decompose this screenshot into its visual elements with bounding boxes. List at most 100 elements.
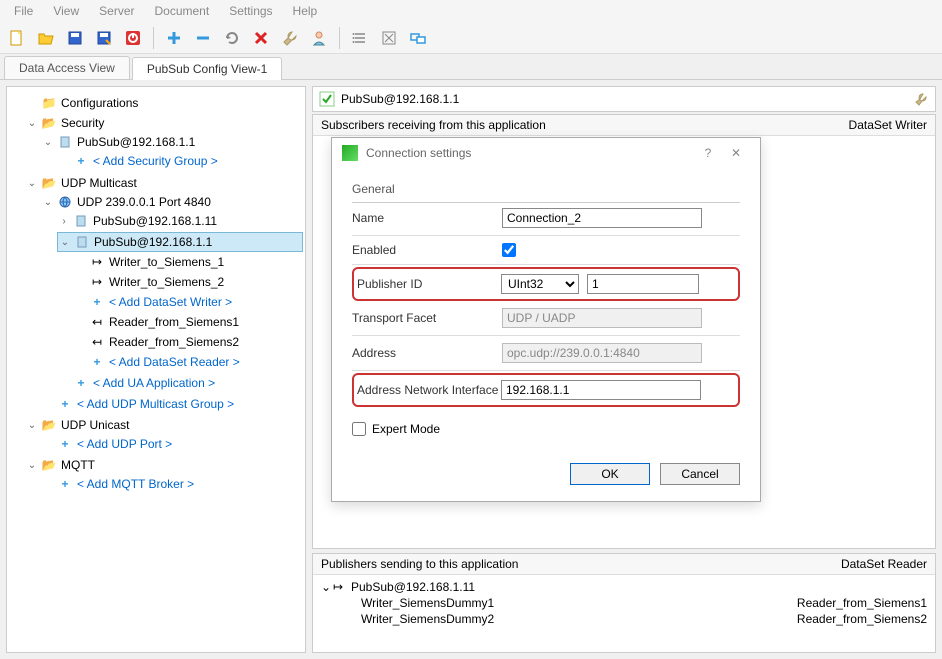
open-folder-icon[interactable] (33, 25, 59, 51)
wrench-icon[interactable] (277, 25, 303, 51)
menu-server[interactable]: Server (89, 4, 144, 18)
subscribers-heading: Subscribers receiving from this applicat… (321, 118, 546, 132)
chevron-down-icon[interactable]: ⌄ (27, 178, 37, 188)
label-address: Address (352, 346, 502, 360)
tree-udp-unicast[interactable]: UDP Unicast (61, 418, 129, 432)
help-icon[interactable]: ? (694, 146, 722, 160)
dialog-title: Connection settings (366, 146, 471, 160)
field-address: opc.udp://239.0.0.1:4840 (502, 343, 702, 363)
context-title: PubSub@192.168.1.1 (341, 92, 459, 106)
chevron-down-icon[interactable]: ⌄ (60, 237, 70, 247)
input-name[interactable] (502, 208, 702, 228)
close-icon[interactable]: ✕ (722, 146, 750, 160)
tab-pubsub-config[interactable]: PubSub Config View-1 (132, 57, 283, 80)
toolbar-separator (153, 27, 154, 49)
tree-writer2[interactable]: Writer_to_Siemens_2 (109, 275, 224, 289)
delete-icon[interactable] (248, 25, 274, 51)
folder-icon: 📂 (41, 175, 57, 191)
tree-udp-group[interactable]: UDP 239.0.0.1 Port 4840 (77, 195, 211, 209)
tree-configurations[interactable]: Configurations (61, 96, 138, 110)
tree-reader2[interactable]: Reader_from_Siemens2 (109, 335, 239, 349)
label-publisher-id: Publisher ID (357, 277, 501, 291)
toolbar-separator (339, 27, 340, 49)
label-name: Name (352, 211, 502, 225)
add-icon[interactable] (161, 25, 187, 51)
publisher-root[interactable]: PubSub@192.168.1.11 (351, 580, 475, 594)
power-icon[interactable] (120, 25, 146, 51)
chevron-right-icon[interactable]: › (59, 216, 69, 226)
chevron-down-icon[interactable]: ⌄ (321, 580, 333, 594)
add-dataset-reader[interactable]: < Add DataSet Reader > (109, 355, 240, 369)
input-address-iface[interactable] (501, 380, 701, 400)
tree-security-pubsub[interactable]: PubSub@192.168.1.1 (77, 135, 195, 149)
user-icon[interactable] (306, 25, 332, 51)
field-transport-facet: UDP / UADP (502, 308, 702, 328)
menu-help[interactable]: Help (283, 4, 328, 18)
ok-button[interactable]: OK (570, 463, 650, 485)
tree-writer1[interactable]: Writer_to_Siemens_1 (109, 255, 224, 269)
menu-settings[interactable]: Settings (219, 4, 282, 18)
refresh-icon[interactable] (219, 25, 245, 51)
chevron-down-icon[interactable]: ⌄ (43, 197, 53, 207)
wrench-icon[interactable] (913, 91, 929, 107)
add-dataset-writer[interactable]: < Add DataSet Writer > (109, 295, 232, 309)
toolbar (0, 22, 942, 54)
tree-security[interactable]: Security (61, 116, 104, 130)
publishers-heading: Publishers sending to this application (321, 557, 518, 571)
plus-icon: + (89, 294, 105, 310)
subscribers-panel: Subscribers receiving from this applicat… (312, 114, 936, 549)
plus-icon: + (57, 396, 73, 412)
label-enabled: Enabled (352, 243, 502, 257)
tree-mqtt[interactable]: MQTT (61, 458, 95, 472)
add-security-group[interactable]: < Add Security Group > (93, 154, 218, 168)
connection-settings-dialog: Connection settings ? ✕ General Name (331, 137, 761, 502)
tab-strip: Data Access View PubSub Config View-1 (0, 54, 942, 80)
export-icon: ↦ (89, 254, 105, 270)
save-as-icon[interactable] (91, 25, 117, 51)
export-icon: ↦ (89, 274, 105, 290)
menu-bar: File View Server Document Settings Help (0, 0, 942, 22)
app-icon (342, 145, 358, 161)
tree-pane: 📁Configurations ⌄📂Security ⌄PubSub@192.1… (6, 86, 306, 653)
publisher-row-reader: Reader_from_Siemens2 (797, 612, 927, 626)
add-ua-application[interactable]: < Add UA Application > (93, 376, 215, 390)
server-icon (74, 234, 90, 250)
chevron-down-icon[interactable]: ⌄ (27, 118, 37, 128)
new-file-icon[interactable] (4, 25, 30, 51)
list-icon[interactable] (347, 25, 373, 51)
chevron-down-icon[interactable]: ⌄ (27, 420, 37, 430)
chevron-down-icon[interactable]: ⌄ (43, 137, 53, 147)
add-mqtt-broker[interactable]: < Add MQTT Broker > (77, 477, 194, 491)
label-expert-mode: Expert Mode (372, 422, 440, 436)
minus-icon[interactable] (190, 25, 216, 51)
plus-icon: + (57, 436, 73, 452)
menu-file[interactable]: File (4, 4, 43, 18)
publishers-panel: Publishers sending to this application D… (312, 553, 936, 653)
tree-reader1[interactable]: Reader_from_Siemens1 (109, 315, 239, 329)
checkbox-expert-mode[interactable] (352, 422, 366, 436)
tree-udp-multicast[interactable]: UDP Multicast (61, 176, 137, 190)
import-icon: ↤ (89, 334, 105, 350)
add-udp-port[interactable]: < Add UDP Port > (77, 437, 172, 451)
add-udp-multicast-group[interactable]: < Add UDP Multicast Group > (77, 397, 234, 411)
folder-icon: 📂 (41, 457, 57, 473)
cancel-button[interactable]: Cancel (660, 463, 740, 485)
select-publisher-id-type[interactable]: UInt32 (501, 274, 579, 294)
monitors-icon[interactable] (405, 25, 431, 51)
input-publisher-id[interactable] (587, 274, 699, 294)
clear-icon[interactable] (376, 25, 402, 51)
publishers-col2: DataSet Reader (841, 557, 927, 571)
tree-pubsub-11[interactable]: PubSub@192.168.1.1 (94, 235, 212, 249)
globe-icon (57, 194, 73, 210)
chevron-down-icon[interactable]: ⌄ (27, 460, 37, 470)
save-icon[interactable] (62, 25, 88, 51)
checkbox-enabled[interactable] (502, 243, 516, 257)
check-icon (319, 91, 335, 107)
context-bar: PubSub@192.168.1.1 (312, 86, 936, 112)
tree-pubsub-111[interactable]: PubSub@192.168.1.11 (93, 214, 217, 228)
menu-view[interactable]: View (43, 4, 89, 18)
menu-document[interactable]: Document (144, 4, 219, 18)
tab-data-access[interactable]: Data Access View (4, 56, 130, 79)
publisher-row-name[interactable]: Writer_SiemensDummy1 (361, 596, 494, 610)
publisher-row-name[interactable]: Writer_SiemensDummy2 (361, 612, 494, 626)
